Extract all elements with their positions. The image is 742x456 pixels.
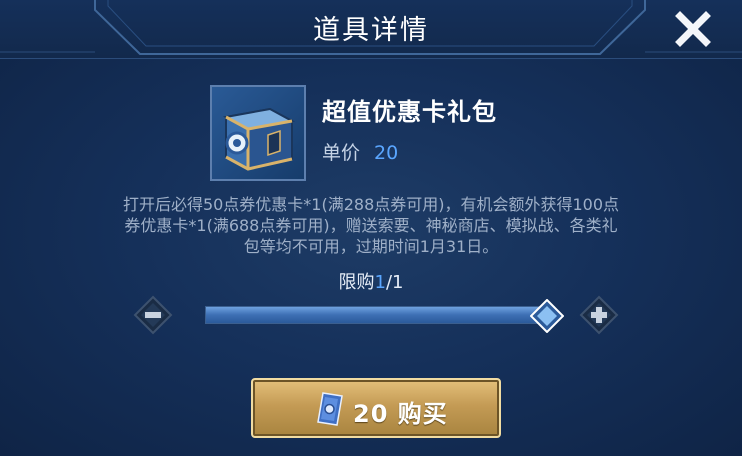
quantity-slider[interactable] (205, 306, 555, 324)
purchase-limit-current: 1 (374, 272, 386, 293)
gift-box-icon (223, 107, 295, 171)
purchase-limit-max: 1 (392, 272, 404, 293)
dialog-title: 道具详情 (313, 15, 429, 46)
description-line: 包等均不可用，过期时间1月31日。 (243, 237, 499, 256)
description-line: 打开后必得50点券优惠卡*1(满288点券可用)，有机会额外获得100点 (122, 195, 620, 214)
item-thumbnail (210, 85, 306, 181)
item-detail-dialog: 道具详情 超值优惠卡礼包 单价 20 打开后必得50点券优惠卡*1(满288点券可… (0, 0, 742, 456)
coupon-card-icon (317, 392, 343, 426)
buy-button[interactable]: 20 购买 (251, 378, 501, 438)
purchase-limit-label: 限购 (338, 272, 375, 293)
slider-thumb[interactable] (530, 299, 564, 333)
decrease-quantity-button[interactable] (133, 295, 173, 335)
quantity-slider-fill (206, 307, 554, 323)
purchase-limit: 限购1/1 (0, 268, 742, 294)
close-icon[interactable] (670, 6, 716, 52)
price-row: 单价 20 (322, 138, 398, 165)
increase-quantity-button[interactable] (579, 295, 619, 335)
description-line: 券优惠卡*1(满688点券可用)，赠送索要、神秘商店、模拟战、各类礼 (124, 216, 618, 235)
item-name: 超值优惠卡礼包 (322, 98, 497, 126)
item-description: 打开后必得50点券优惠卡*1(满288点券可用)，有机会额外获得100点 券优惠… (80, 194, 662, 257)
minus-icon (145, 312, 161, 318)
price-value: 20 (374, 142, 399, 164)
price-label: 单价 (322, 142, 361, 164)
dialog-header: 道具详情 (0, 0, 742, 59)
buy-button-label: 20 购买 (353, 400, 448, 428)
